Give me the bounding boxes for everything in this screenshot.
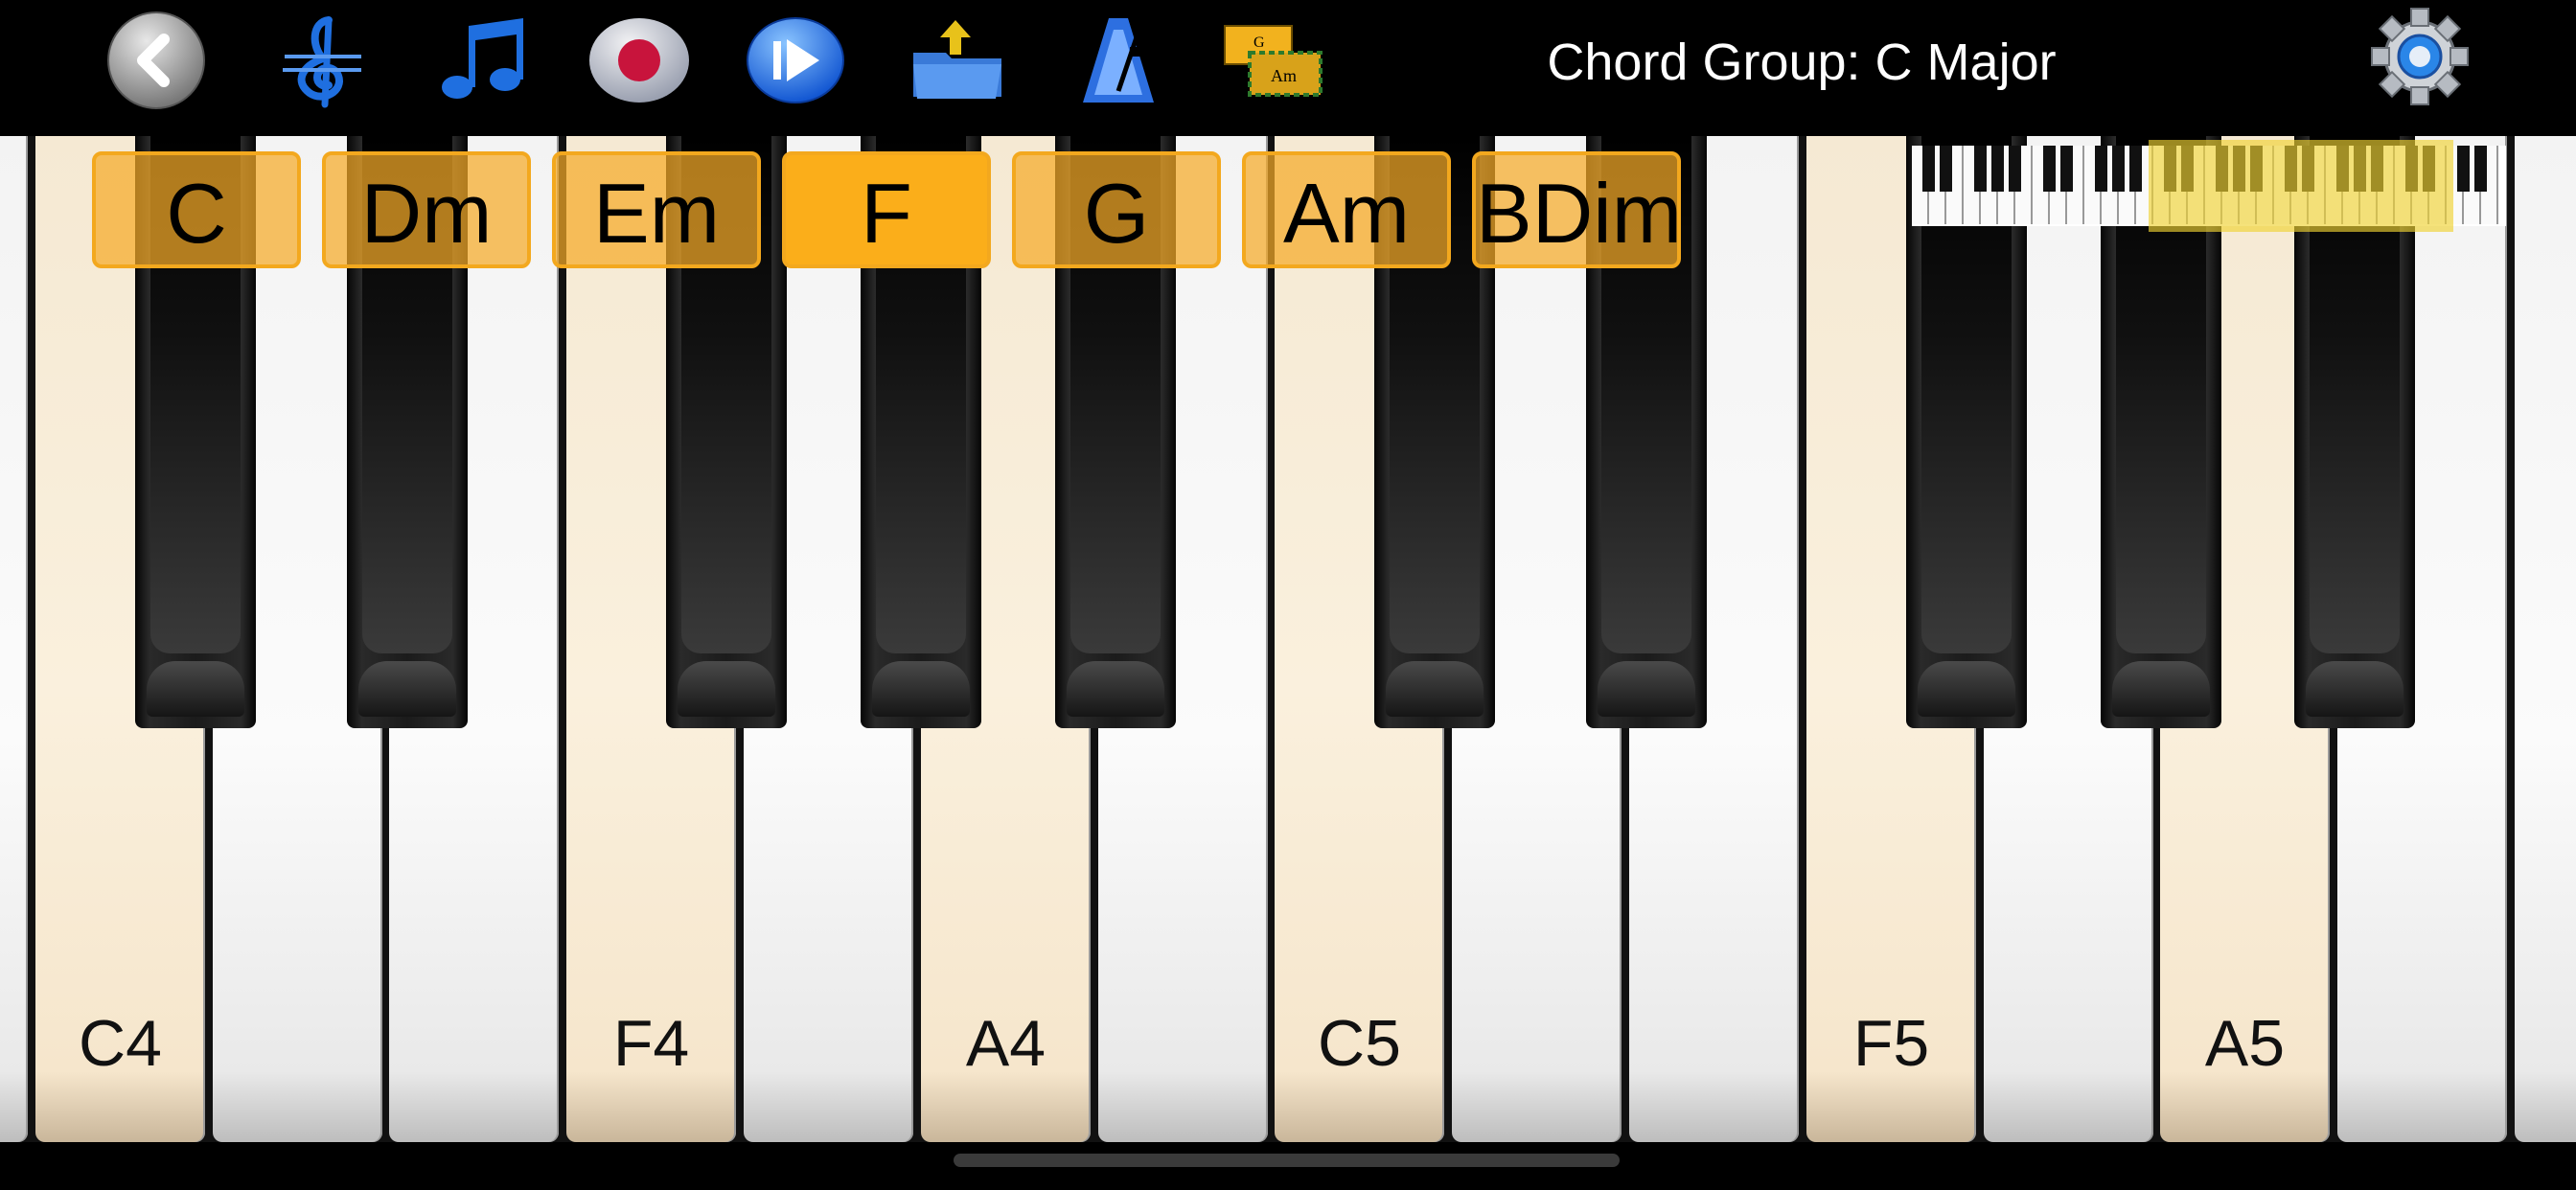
chord-card-bottom-label: Am <box>1271 66 1297 85</box>
white-key[interactable] <box>2515 136 2576 1142</box>
notes-button[interactable] <box>429 8 535 113</box>
treble-clef-icon <box>283 16 361 108</box>
chord-button-bdim[interactable]: BDim <box>1472 151 1682 268</box>
chord-button-em[interactable]: Em <box>552 151 761 268</box>
mini-black-key <box>2129 146 2142 192</box>
white-key[interactable] <box>0 136 28 1142</box>
back-arrow-icon <box>107 11 205 109</box>
white-key-label: F5 <box>1852 1007 1930 1080</box>
gear-icon <box>2371 8 2469 105</box>
music-notes-icon <box>442 18 523 99</box>
mini-black-key <box>2009 146 2021 192</box>
white-key-label: C4 <box>79 1007 162 1080</box>
metronome-icon <box>1083 18 1154 103</box>
clef-button[interactable] <box>268 8 374 113</box>
chord-button-am[interactable]: Am <box>1242 151 1451 268</box>
record-button[interactable] <box>586 8 692 113</box>
mini-black-key <box>2060 146 2073 192</box>
play-icon <box>747 17 844 103</box>
chord-card-top-label: G <box>1254 34 1265 51</box>
record-icon <box>589 18 689 103</box>
mini-black-key <box>1922 146 1935 192</box>
folder-icon <box>913 20 1001 99</box>
chord-cards-button[interactable]: G Am <box>1220 8 1325 113</box>
white-key-label: A5 <box>2204 1007 2286 1080</box>
white-key-label: C5 <box>1318 1007 1401 1080</box>
white-key-label: F4 <box>612 1007 690 1080</box>
settings-button[interactable] <box>2367 4 2472 109</box>
page-title: Chord Group: C Major <box>1547 34 2057 91</box>
piano-keyboard: C4 F4 A4 C5 F5 A5 <box>0 136 2576 1142</box>
mini-black-key <box>1974 146 1987 192</box>
white-key-label: A4 <box>965 1007 1046 1080</box>
chord-button-g[interactable]: G <box>1012 151 1221 268</box>
mini-black-key <box>1991 146 2004 192</box>
mini-black-key <box>2095 146 2107 192</box>
mini-black-key <box>2112 146 2125 192</box>
mini-black-key <box>2043 146 2056 192</box>
toolbar: G Am Chord Group: C Major <box>0 0 2576 136</box>
mini-black-key <box>2457 146 2470 192</box>
play-button[interactable] <box>743 8 848 113</box>
metronome-button[interactable] <box>1066 8 1171 113</box>
chord-button-dm[interactable]: Dm <box>322 151 531 268</box>
chord-button-f[interactable]: F <box>782 151 991 268</box>
visible-range-highlight[interactable] <box>2149 140 2453 232</box>
mini-black-key <box>1940 146 1952 192</box>
back-button[interactable] <box>104 8 209 113</box>
chord-button-c[interactable]: C <box>92 151 301 268</box>
home-indicator[interactable] <box>954 1154 1620 1167</box>
mini-black-key <box>2474 146 2487 192</box>
chord-cards-icon: G Am <box>1224 25 1322 97</box>
open-folder-button[interactable] <box>905 8 1010 113</box>
